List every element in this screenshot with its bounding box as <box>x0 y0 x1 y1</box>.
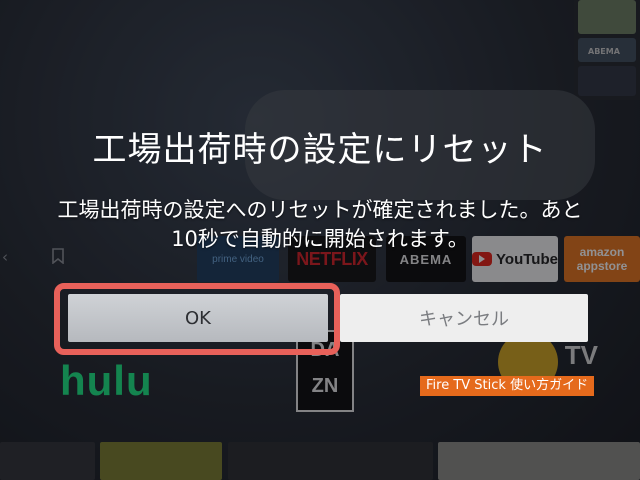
watermark: Fire TV Stick 使い方ガイド <box>420 376 595 396</box>
tv-screen: ABEMA ‹ prime video NETFLIX ABEMA YouTub… <box>0 0 640 480</box>
dialog-title: 工場出荷時の設定にリセット <box>92 130 548 170</box>
dialog-message: 工場出荷時の設定へのリセットが確定されました。あと 10秒で自動的に開始されます… <box>0 196 640 254</box>
dialog-message-line: 工場出荷時の設定へのリセットが確定されました。あと <box>57 198 583 222</box>
dialog-message-line: 10秒で自動的に開始されます。 <box>171 227 469 251</box>
ok-highlight-box <box>54 283 340 355</box>
cancel-button[interactable]: キャンセル <box>340 294 588 342</box>
